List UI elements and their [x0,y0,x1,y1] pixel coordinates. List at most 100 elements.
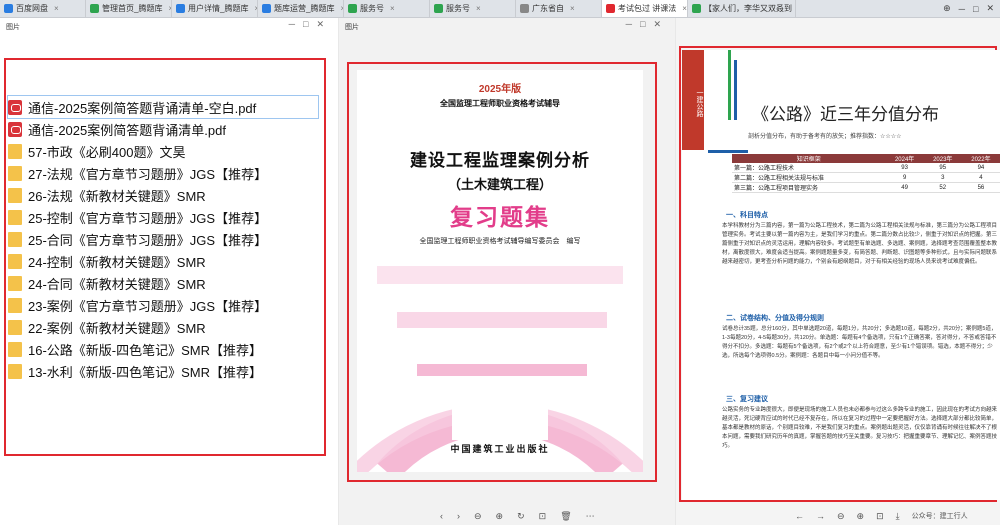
delete-icon[interactable]: 🗑 [560,511,571,522]
maximize-icon[interactable]: □ [973,4,978,14]
tab-favicon-icon [90,4,99,13]
window-controls[interactable]: ─□✕ [289,19,332,30]
folder-icon [8,341,22,357]
tab-favicon-icon [176,4,185,13]
minimize-icon[interactable]: ─ [959,4,965,14]
table-header: 2024年 [885,154,924,163]
tab-close-icon[interactable]: × [390,4,395,13]
section-text: 本学科教材分为三篇内容，第一篇为公路工程技术，第二篇为公路工程相关法规与标准，第… [722,223,998,265]
tab-favicon-icon [348,4,357,13]
fit-icon[interactable]: ⊡ [876,511,884,522]
doc-subtitle: 剖析分值分布，有助于备考有的放矢；推荐指数：☆☆☆☆ [748,134,902,140]
table-cell: 第一篇：公路工程技术 [732,163,886,173]
folder-icon [8,253,22,269]
table-row: 第一篇：公路工程技术 93 95 94 [732,163,1000,173]
tab-close-icon[interactable]: × [570,4,575,13]
tab-favicon-icon [520,4,529,13]
download-icon[interactable]: ⤓ [896,511,900,522]
file-name: 24-合同《新教材关键题》SMR [28,276,206,292]
folder-icon [8,319,22,335]
zoom-out-icon[interactable]: ⊖ [837,511,845,522]
tab-close-icon[interactable]: × [682,4,687,13]
cover-review-label: 复习题集 [450,204,550,230]
tab-favicon-icon [262,4,271,13]
file-item[interactable]: 27-法规《官方章节习题册》JGS【推荐】 [8,162,318,184]
file-item[interactable]: 通信-2025案例简答题背诵清单-空白.pdf [7,95,319,119]
tab-label: 百度网盘 [16,4,48,13]
file-item[interactable]: 23-案例《官方章节习题册》JGS【推荐】 [8,294,318,316]
prev-icon[interactable]: ‹ [440,511,443,521]
cover-arcs [357,266,643,472]
file-item[interactable]: 13-水利《新版-四色笔记》SMR【推荐】 [8,360,318,382]
file-item[interactable]: 16-公路《新版-四色笔记》SMR【推荐】 [8,338,318,360]
browser-tab[interactable]: 百度网盘 × [0,0,86,17]
table-cell: 3 [923,172,962,183]
file-name: 16-公路《新版-四色笔记》SMR【推荐】 [28,342,263,358]
pdf-file-icon [8,99,22,115]
file-item[interactable]: 24-合同《新教材关键题》SMR [8,272,318,294]
browser-tab[interactable]: 用户详情_腾题库× [172,0,258,17]
table-cell: 95 [923,163,962,173]
browser-tab[interactable]: 服务号 × [344,0,430,17]
file-item[interactable]: 26-法规《新教材关键题》SMR [8,184,318,206]
score-table: 知识框架 2024年 2023年 2022年 第一篇：公路工程技术 93 95 94 第二篇：… [732,154,1000,193]
file-item[interactable]: 22-案例《新教材关键题》SMR [8,316,318,338]
browser-tab[interactable]: 考试包过 讲课法 × [602,0,688,17]
browser-tab[interactable]: 管理首页_腾题库× [86,0,172,17]
file-name: 26-法规《新教材关键题》SMR [28,188,206,204]
close-icon[interactable]: ✕ [986,3,994,14]
browser-tab[interactable]: 【家人们，李华又双叒到× [688,0,796,17]
tab-favicon-icon [606,4,615,13]
folder-icon [8,275,22,291]
next-icon[interactable]: › [457,511,460,521]
file-list: 通信-2025案例简答题背诵清单-空白.pdf 通信-2025案例简答题背诵清单.… [7,95,319,382]
zoom-in-icon[interactable]: ⊕ [496,511,504,522]
zoom-out-icon[interactable]: ⊖ [474,511,482,522]
panel-title: 图片 [345,24,359,31]
file-item[interactable]: 25-控制《官方章节习题册》JGS【推荐】 [8,206,318,228]
table-header: 2023年 [923,154,962,163]
doc-toolbar: ← → ⊖ ⊕ ⊡ ⤓ 公众号：建工行人 [795,507,968,525]
file-item[interactable]: 57-市政《必刷400题》文昊 [8,140,318,162]
table-cell: 52 [923,182,962,193]
cover-year: 2025年版 [478,84,522,95]
document-page: 一建公路 《公路》近三年分值分布 剖析分值分布，有助于备考有的放矢；推荐指数：☆… [682,50,1000,500]
file-item[interactable]: 25-合同《官方章节习题册》JGS【推荐】 [8,228,318,250]
tab-close-icon[interactable]: × [476,4,481,13]
doc-title: 《公路》近三年分值分布 [752,105,939,125]
tab-label: 管理首页_腾题库 [102,4,163,13]
viewer-toolbar: ‹ › ⊖ ⊕ ↻ ⊡ 🗑 ⋯ [440,507,595,525]
tab-label: 广东省自 [532,4,564,13]
tab-favicon-icon [4,4,13,13]
tab-label: 用户详情_腾题库 [188,4,249,13]
window-controls[interactable]: ─□✕ [626,19,669,30]
browser-tab[interactable]: 服务号 × [430,0,516,17]
doc-decor-bars [708,50,748,153]
file-item[interactable]: 通信-2025案例简答题背诵清单.pdf [8,118,318,140]
more-icon[interactable]: ⋯ [586,511,595,522]
file-name: 25-合同《官方章节习题册》JGS【推荐】 [28,232,268,248]
table-header: 知识框架 [732,154,886,163]
forward-icon[interactable]: → [816,511,825,521]
globe-icon[interactable]: ⊕ [943,3,951,14]
cover-title: 建设工程监理案例分析 [410,151,590,170]
table-cell: 第三篇：公路工程项目管理实务 [732,182,886,193]
browser-tab[interactable]: 广东省自 × [516,0,602,17]
tab-label: 题库运营_腾题库 [274,4,335,13]
browser-tab-bar: 百度网盘×管理首页_腾题库×用户详情_腾题库×题库运营_腾题库×服务号×服务号×… [0,0,1000,18]
zoom-in-icon[interactable]: ⊕ [857,511,865,522]
browser-tab[interactable]: 题库运营_腾题库× [258,0,344,17]
rotate-icon[interactable]: ↻ [517,511,525,522]
section-text: 公路实务的专业跨度很大，即便是现场的施工人员也未必都参与过这么多跨专业的施工，因… [722,407,998,449]
table-cell: 93 [885,163,924,173]
table-row: 第三篇：公路工程项目管理实务 49 52 56 [732,182,1000,193]
fit-icon[interactable]: ⊡ [539,511,547,522]
tab-close-icon[interactable]: × [54,4,59,13]
cover-series: 全国监理工程师职业资格考试辅导 [440,99,560,108]
browser-toolbar-right: ⊕ ─ □ ✕ [937,3,1000,14]
file-name: 22-案例《新教材关键题》SMR [28,320,206,336]
back-icon[interactable]: ← [795,511,804,521]
tab-label: 考试包过 讲课法 [618,4,677,13]
file-item[interactable]: 24-控制《新教材关键题》SMR [8,250,318,272]
table-cell: 第二篇：公路工程相关法规与标准 [732,172,886,183]
